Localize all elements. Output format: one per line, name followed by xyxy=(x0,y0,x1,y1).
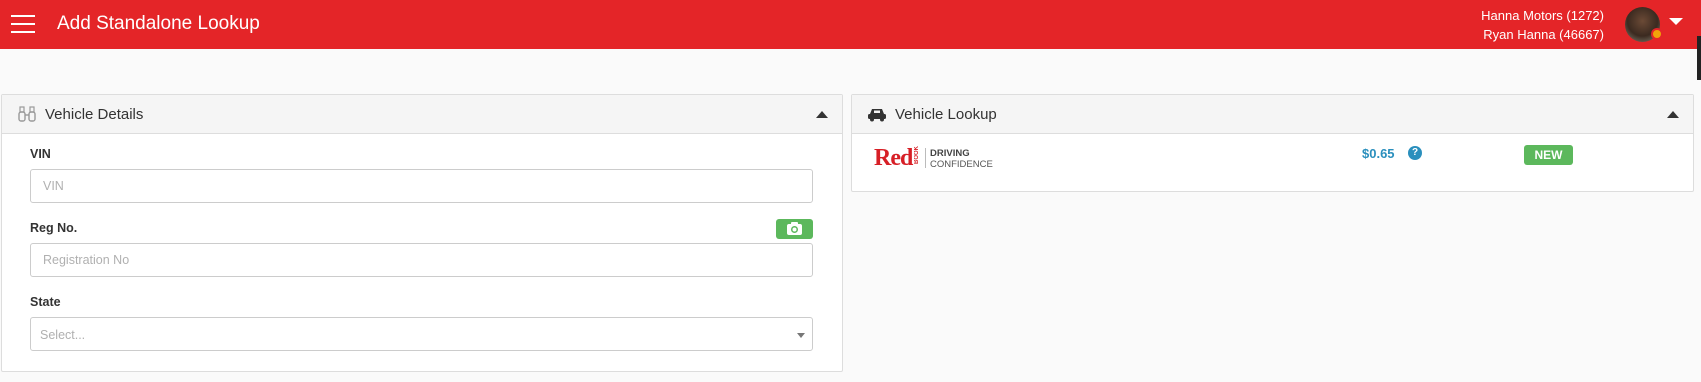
logo-sub: BOOK xyxy=(914,146,920,164)
panel-title: Vehicle Details xyxy=(45,106,144,123)
caret-down-icon[interactable] xyxy=(1669,18,1683,25)
user-name: Ryan Hanna (46667) xyxy=(1483,27,1604,42)
scrollbar[interactable] xyxy=(1697,36,1701,80)
vin-label: VIN xyxy=(30,147,51,161)
logo-word: Red xyxy=(874,145,913,171)
caret-up-icon[interactable] xyxy=(816,111,828,118)
chevron-down-icon xyxy=(797,333,805,338)
camera-button[interactable] xyxy=(776,219,813,239)
logo-tagline-2: CONFIDENCE xyxy=(930,159,993,170)
logo-divider xyxy=(925,148,926,168)
redbook-logo[interactable]: Red BOOK DRIVING CONFIDENCE xyxy=(874,145,1004,171)
state-select-placeholder: Select... xyxy=(40,328,86,342)
vehicle-lookup-panel: Vehicle Lookup xyxy=(851,94,1694,192)
vehicle-lookup-header[interactable]: Vehicle Lookup xyxy=(852,95,1693,134)
user-info[interactable]: Hanna Motors (1272) Ryan Hanna (46667) xyxy=(1481,6,1604,44)
status-indicator xyxy=(1651,28,1663,40)
page-title: Add Standalone Lookup xyxy=(57,13,260,34)
logo-tagline-1: DRIVING xyxy=(930,148,970,159)
reg-label: Reg No. xyxy=(30,221,78,235)
top-bar: Add Standalone Lookup Hanna Motors (1272… xyxy=(0,0,1701,49)
panel-title: Vehicle Lookup xyxy=(895,106,997,123)
binoculars-icon xyxy=(18,106,36,122)
question-circle-icon[interactable]: ? xyxy=(1408,146,1422,160)
camera-icon xyxy=(787,222,802,235)
vehicle-details-header[interactable]: Vehicle Details xyxy=(2,95,842,134)
dealer-name: Hanna Motors (1272) xyxy=(1481,8,1604,23)
state-label: State xyxy=(30,295,61,309)
lookup-price: $0.65 xyxy=(1362,146,1395,161)
caret-up-icon[interactable] xyxy=(1667,111,1679,118)
state-select[interactable]: Select... xyxy=(30,317,813,351)
vin-input[interactable] xyxy=(30,169,813,203)
registration-input[interactable] xyxy=(30,243,813,277)
car-icon xyxy=(868,109,886,122)
new-badge: NEW xyxy=(1524,145,1573,165)
hamburger-menu-icon[interactable] xyxy=(11,15,35,33)
